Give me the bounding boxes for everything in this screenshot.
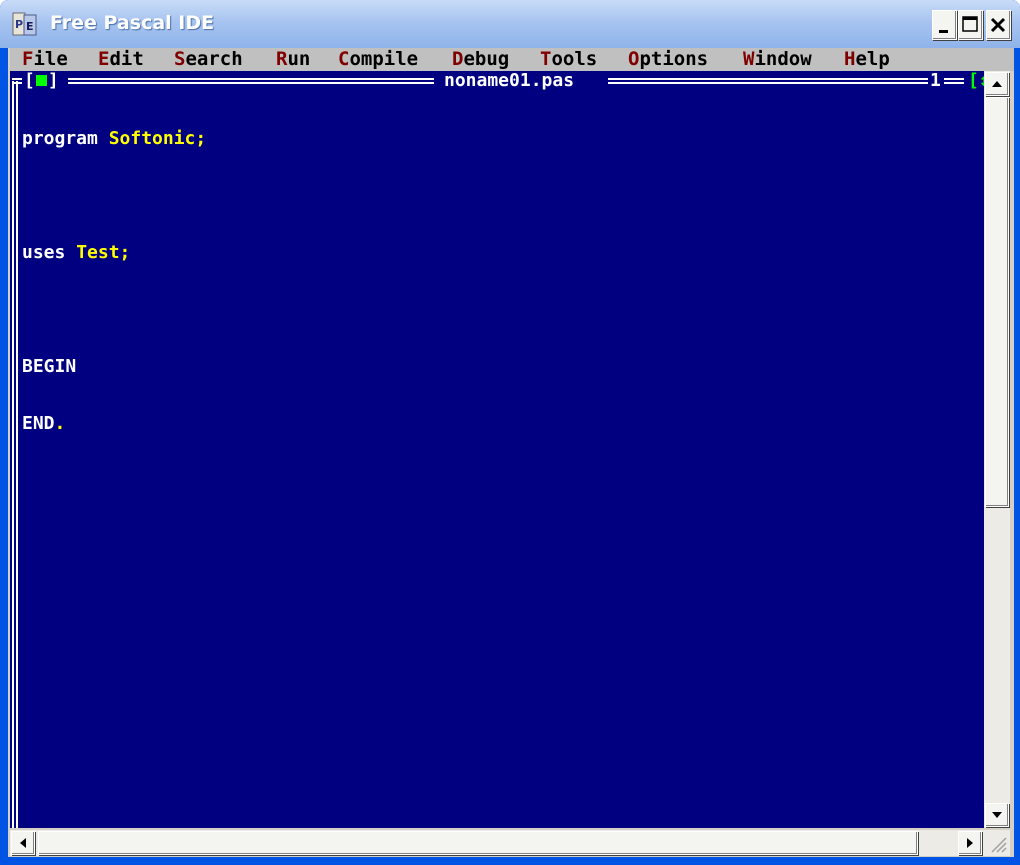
- menu-file[interactable]: File: [22, 48, 68, 71]
- code-punct: ;: [119, 242, 131, 263]
- menu-run[interactable]: Run: [276, 48, 310, 71]
- code-line: ​: [22, 300, 206, 319]
- menu-debug-hotkey: D: [452, 48, 464, 70]
- menu-file-hotkey: F: [22, 48, 34, 70]
- minimize-button[interactable]: [932, 10, 957, 40]
- menu-window-label: indow: [754, 48, 812, 70]
- arrow-up-icon: [992, 81, 1002, 87]
- frame-line-right: [944, 78, 964, 84]
- resize-grip-icon: [991, 837, 1007, 853]
- menu-compile[interactable]: Compile: [338, 48, 418, 71]
- frame-line-left: [12, 78, 22, 84]
- window-title: Free Pascal IDE: [50, 12, 215, 34]
- menu-compile-label: ompile: [349, 48, 419, 70]
- menu-run-label: un: [287, 48, 311, 70]
- svg-text:E: E: [26, 20, 34, 33]
- close-box-right: ]: [47, 71, 59, 91]
- menu-debug-label: ebug: [463, 48, 510, 70]
- menu-options[interactable]: Options: [628, 48, 708, 71]
- arrow-down-icon: [992, 812, 1002, 818]
- code-keyword: uses: [22, 242, 77, 263]
- menu-compile-hotkey: C: [338, 48, 350, 70]
- menu-search-hotkey: S: [174, 48, 186, 70]
- scroll-right-button[interactable]: [958, 831, 982, 855]
- code-line: END.: [22, 414, 206, 433]
- menu-run-hotkey: R: [276, 48, 288, 70]
- arrow-left-icon: [20, 838, 26, 848]
- code-line: BEGIN: [22, 357, 206, 376]
- menu-window-hotkey: W: [743, 48, 755, 70]
- editor-frame-top: [] noname01.pas 1 [↕: [10, 71, 984, 91]
- client-area: File Edit Search Run Compile Debug Tools…: [8, 48, 1014, 857]
- code-line: ​: [22, 186, 206, 205]
- menu-edit-hotkey: E: [98, 48, 110, 70]
- close-icon: [990, 17, 1006, 33]
- maximize-button[interactable]: [958, 10, 983, 40]
- minimize-icon: [939, 30, 948, 33]
- editor-window[interactable]: [] noname01.pas 1 [↕ program Softonic; ​…: [10, 71, 984, 828]
- code-punct: ;: [195, 128, 207, 149]
- app-icon: P E: [12, 12, 37, 36]
- code-area[interactable]: program Softonic; ​ uses Test; ​ BEGIN E…: [22, 91, 206, 471]
- code-identifier: Softonic: [108, 128, 196, 149]
- menu-help-label: elp: [855, 48, 890, 70]
- menu-help[interactable]: Help: [844, 48, 890, 71]
- close-box-left: [: [24, 71, 35, 91]
- editor-file-name: noname01.pas: [438, 71, 581, 91]
- menu-file-label: ile: [33, 48, 68, 70]
- svg-text:P: P: [15, 18, 23, 31]
- code-keyword: BEGIN: [22, 356, 77, 377]
- close-box-mark-icon[interactable]: [36, 75, 47, 86]
- editor-window-number: 1: [930, 71, 941, 91]
- zoom-arrow-icon[interactable]: [↕: [968, 71, 984, 91]
- menu-tools-label: ools: [551, 48, 598, 70]
- frame-line-middle-left: [68, 78, 434, 84]
- menu-edit[interactable]: Edit: [98, 48, 144, 71]
- code-line: uses Test;: [22, 243, 206, 262]
- menu-bar: File Edit Search Run Compile Debug Tools…: [10, 48, 1014, 71]
- scroll-up-button[interactable]: [985, 72, 1009, 96]
- horizontal-scrollbar[interactable]: [10, 830, 984, 856]
- menu-debug[interactable]: Debug: [452, 48, 509, 71]
- code-keyword: program: [22, 128, 109, 149]
- code-line: program Softonic;: [22, 129, 206, 148]
- vertical-scrollbar[interactable]: [984, 71, 1010, 828]
- code-keyword: END: [22, 413, 55, 434]
- resize-grip[interactable]: [984, 830, 1010, 856]
- maximize-icon: [962, 16, 978, 32]
- menu-options-hotkey: O: [628, 48, 640, 70]
- arrow-right-icon: [967, 838, 973, 848]
- menu-window[interactable]: Window: [743, 48, 812, 71]
- menu-options-label: ptions: [639, 48, 709, 70]
- close-button[interactable]: [986, 10, 1011, 40]
- menu-search-label: earch: [185, 48, 243, 70]
- ide-window: P E Free Pascal IDE File Edit Search Run…: [0, 0, 1020, 865]
- menu-edit-label: dit: [109, 48, 144, 70]
- title-bar[interactable]: P E Free Pascal IDE: [0, 0, 1020, 48]
- frame-line-middle-right: [608, 78, 928, 84]
- scroll-down-button[interactable]: [985, 803, 1009, 827]
- horizontal-scroll-thumb[interactable]: [38, 831, 918, 855]
- code-identifier: Test: [76, 242, 120, 263]
- menu-tools-hotkey: T: [540, 48, 552, 70]
- vertical-scroll-thumb[interactable]: [985, 97, 1009, 507]
- menu-search[interactable]: Search: [174, 48, 243, 71]
- code-punct: .: [54, 413, 66, 434]
- menu-help-hotkey: H: [844, 48, 856, 70]
- scroll-left-button[interactable]: [11, 831, 35, 855]
- menu-tools[interactable]: Tools: [540, 48, 597, 71]
